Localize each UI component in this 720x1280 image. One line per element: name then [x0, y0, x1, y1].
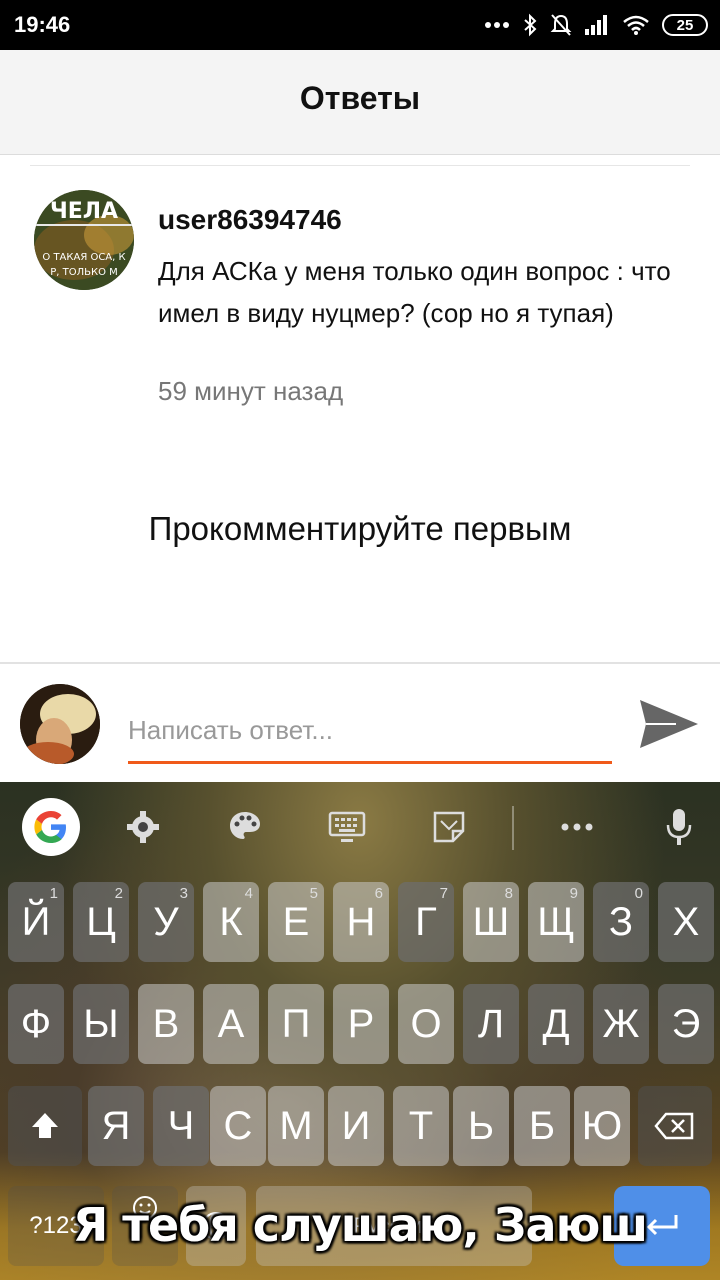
- key[interactable]: Ю: [574, 1086, 630, 1166]
- space-label: Русский: [353, 1213, 435, 1238]
- key[interactable]: Т: [393, 1086, 449, 1166]
- key[interactable]: Ч: [153, 1086, 209, 1166]
- key[interactable]: Й1: [8, 882, 64, 962]
- key[interactable]: И: [328, 1086, 384, 1166]
- key[interactable]: Д: [528, 984, 584, 1064]
- enter-icon: [646, 1215, 678, 1236]
- my-avatar[interactable]: [20, 684, 100, 764]
- reply-bar: [0, 662, 720, 784]
- backspace-key[interactable]: [638, 1086, 712, 1166]
- toolbar-separator: [512, 806, 514, 850]
- shift-icon: [32, 1113, 58, 1138]
- space-key[interactable]: Русский: [256, 1186, 532, 1266]
- battery-level: 25: [676, 16, 694, 34]
- google-icon[interactable]: [22, 798, 80, 856]
- signal-icon: [585, 15, 607, 35]
- key[interactable]: М: [268, 1086, 324, 1166]
- shift-key[interactable]: [8, 1086, 82, 1166]
- key[interactable]: Ф: [8, 984, 64, 1064]
- key[interactable]: Ж: [593, 984, 649, 1064]
- key[interactable]: Ы: [73, 984, 129, 1064]
- key[interactable]: У3: [138, 882, 194, 962]
- reply-input[interactable]: [128, 700, 612, 764]
- key[interactable]: К4: [203, 882, 259, 962]
- key[interactable]: Щ9: [528, 882, 584, 962]
- key[interactable]: Н6: [333, 882, 389, 962]
- palette-icon[interactable]: [216, 798, 274, 856]
- keyboard-icon[interactable]: [318, 798, 376, 856]
- globe-icon: [202, 1212, 230, 1240]
- key[interactable]: Г7: [398, 882, 454, 962]
- app-bar: Ответы: [0, 50, 720, 155]
- more-dots-icon: [485, 22, 509, 28]
- send-icon: [640, 700, 698, 748]
- keyboard: Й1 Ц2 У3 К4 Е5 Н6 Г7 Ш8 Щ9 З0 Х Ф Ы В А …: [0, 782, 720, 1280]
- enter-key[interactable]: [614, 1186, 710, 1266]
- key[interactable]: Х: [658, 882, 714, 962]
- sticker-icon[interactable]: [420, 798, 478, 856]
- key[interactable]: В: [138, 984, 194, 1064]
- question-avatar[interactable]: ЧЕЛА О ТАКАЯ ОСА, К Р, ТОЛЬКО М: [34, 190, 134, 290]
- wifi-icon: [623, 15, 649, 35]
- divider: [30, 165, 690, 166]
- page-title: Ответы: [299, 80, 421, 116]
- avatar-text-2: О ТАКАЯ ОСА, К: [42, 252, 125, 263]
- avatar-text-1: ЧЕЛА: [50, 199, 118, 224]
- key[interactable]: Ь: [453, 1086, 509, 1166]
- empty-comments-message: Прокомментируйте первым: [148, 510, 572, 547]
- key[interactable]: Р: [333, 984, 389, 1064]
- settings-icon[interactable]: [114, 798, 172, 856]
- key[interactable]: С: [210, 1086, 266, 1166]
- key[interactable]: О: [398, 984, 454, 1064]
- avatar-text-3: Р, ТОЛЬКО М: [50, 267, 118, 278]
- symbols-key[interactable]: ?123: [8, 1186, 104, 1266]
- backspace-icon: [654, 1112, 694, 1140]
- avatar-image: ЧЕЛА О ТАКАЯ ОСА, К Р, ТОЛЬКО М: [34, 190, 134, 290]
- key[interactable]: Ш8: [463, 882, 519, 962]
- status-icons: 25: [484, 10, 708, 40]
- key[interactable]: А: [203, 984, 259, 1064]
- keyboard-toolbar: [0, 782, 720, 872]
- muted-bell-icon: [550, 14, 572, 36]
- key[interactable]: Е5: [268, 882, 324, 962]
- question-text: Для АСКа у меня только один вопрос : что…: [158, 256, 671, 328]
- question-username[interactable]: user86394746: [158, 204, 342, 236]
- avatar-image: [20, 684, 100, 764]
- mic-icon[interactable]: [650, 798, 708, 856]
- question-time: 59 минут назад: [158, 376, 344, 406]
- battery-icon: 25: [662, 14, 708, 36]
- emoji-key[interactable]: [112, 1186, 178, 1266]
- send-button[interactable]: [636, 694, 702, 754]
- status-time: 19:46: [14, 12, 71, 37]
- bluetooth-icon: [524, 13, 537, 37]
- emoji-icon: [133, 1196, 157, 1220]
- key[interactable]: Б: [514, 1086, 570, 1166]
- more-icon[interactable]: [548, 798, 606, 856]
- key[interactable]: Э: [658, 984, 714, 1064]
- key[interactable]: Я: [88, 1086, 144, 1166]
- language-key[interactable]: [186, 1186, 246, 1266]
- key[interactable]: Ц2: [73, 882, 129, 962]
- key[interactable]: З0: [593, 882, 649, 962]
- key[interactable]: Л: [463, 984, 519, 1064]
- key[interactable]: П: [268, 984, 324, 1064]
- status-bar: 19:46 25: [0, 0, 720, 50]
